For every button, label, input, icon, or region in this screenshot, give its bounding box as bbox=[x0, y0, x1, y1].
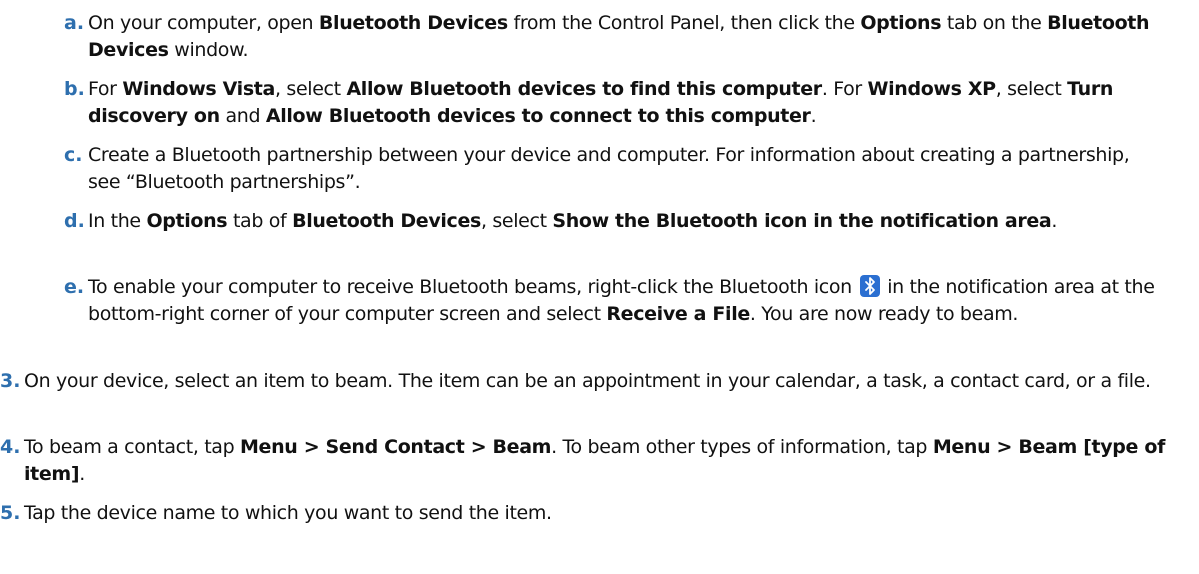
step-text: Create a Bluetooth partnership between y… bbox=[88, 144, 1130, 193]
step-text: For Windows Vista, select Allow Bluetoot… bbox=[88, 78, 1114, 127]
instructions-document: a. On your computer, open Bluetooth Devi… bbox=[0, 0, 1199, 574]
step-text: Tap the device name to which you want to… bbox=[24, 502, 552, 524]
step-marker: b. bbox=[64, 78, 85, 100]
step-marker: d. bbox=[64, 210, 85, 232]
ui-term: Options bbox=[146, 210, 228, 232]
ui-term: Options bbox=[860, 12, 942, 34]
step-marker: 5. bbox=[0, 502, 21, 524]
step-text: On your device, select an item to beam. … bbox=[24, 370, 1151, 392]
step-marker: 3. bbox=[0, 370, 21, 392]
step-marker: a. bbox=[64, 12, 85, 34]
step-4: 4. To beam a contact, tap Menu > Send Co… bbox=[0, 434, 1180, 488]
step-d: d. In the Options tab of Bluetooth Devic… bbox=[64, 208, 1164, 235]
ui-term: Bluetooth Devices bbox=[318, 12, 508, 34]
bluetooth-icon bbox=[859, 275, 880, 297]
ui-term: Allow Bluetooth devices to connect to th… bbox=[265, 105, 811, 127]
step-e: e. To enable your computer to receive Bl… bbox=[64, 274, 1164, 328]
step-b: b. For Windows Vista, select Allow Bluet… bbox=[64, 76, 1164, 130]
step-text: In the Options tab of Bluetooth Devices,… bbox=[88, 210, 1058, 232]
ui-term: Bluetooth Devices bbox=[292, 210, 481, 232]
step-5: 5. Tap the device name to which you want… bbox=[0, 500, 1180, 527]
step-marker: c. bbox=[64, 144, 83, 166]
ui-term: Windows XP bbox=[867, 78, 997, 100]
step-text: To beam a contact, tap Menu > Send Conta… bbox=[24, 436, 1165, 485]
ui-term: Show the Bluetooth icon in the notificat… bbox=[552, 210, 1052, 232]
ui-term: Windows Vista bbox=[122, 78, 276, 100]
step-3: 3. On your device, select an item to bea… bbox=[0, 368, 1180, 395]
ui-term: Allow Bluetooth devices to find this com… bbox=[346, 78, 822, 100]
step-marker: 4. bbox=[0, 436, 21, 458]
step-text: To enable your computer to receive Bluet… bbox=[88, 275, 1155, 325]
step-a: a. On your computer, open Bluetooth Devi… bbox=[64, 10, 1164, 64]
ui-term: Receive a File bbox=[606, 303, 750, 325]
ui-term: Menu > Send Contact > Beam bbox=[240, 436, 552, 458]
step-marker: e. bbox=[64, 276, 85, 298]
step-c: c. Create a Bluetooth partnership betwee… bbox=[64, 142, 1164, 196]
step-text: On your computer, open Bluetooth Devices… bbox=[88, 12, 1150, 61]
